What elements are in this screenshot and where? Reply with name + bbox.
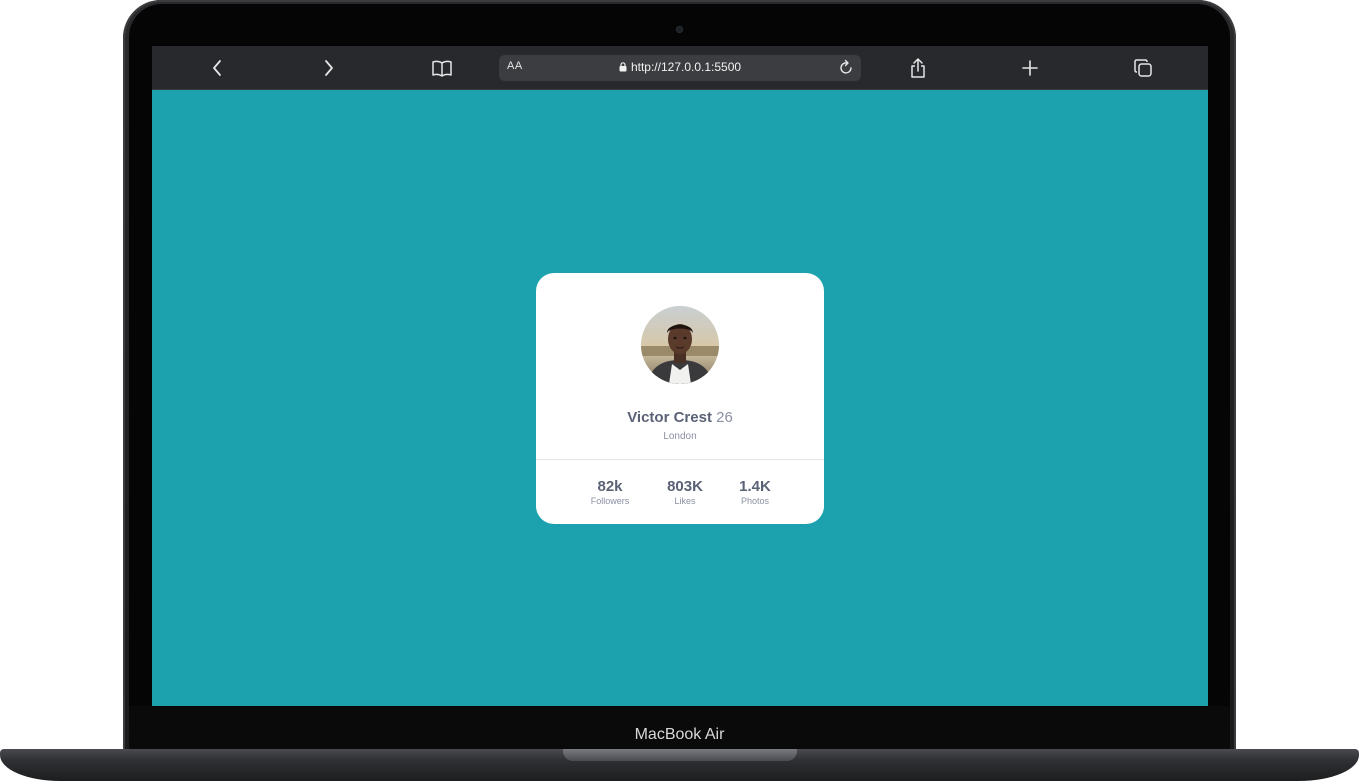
avatar xyxy=(641,306,719,384)
tabs-icon[interactable] xyxy=(1131,56,1155,80)
browser-toolbar: AA http://127.0.0.1:5500 xyxy=(152,46,1208,90)
reload-icon[interactable] xyxy=(839,59,855,82)
stat-followers: 82k Followers xyxy=(575,478,645,506)
profile-name: Victor Crest 26 xyxy=(536,409,824,426)
stat-label: Likes xyxy=(674,496,696,506)
share-icon[interactable] xyxy=(906,56,930,80)
stat-value: 803K xyxy=(667,478,703,495)
back-icon[interactable] xyxy=(205,56,229,80)
url-text[interactable]: http://127.0.0.1:5500 xyxy=(631,60,741,74)
name-text: Victor Crest xyxy=(627,409,712,426)
forward-icon[interactable] xyxy=(317,56,341,80)
stat-photos: 1.4K Photos xyxy=(720,478,790,506)
stat-label: Photos xyxy=(740,496,770,506)
lock-icon xyxy=(619,61,627,75)
laptop-notch xyxy=(563,749,797,761)
stat-value: 82k xyxy=(597,478,623,495)
browser-window: AA http://127.0.0.1:5500 Victor Crest 26… xyxy=(152,46,1208,706)
divider xyxy=(536,459,824,460)
city-text: London xyxy=(663,431,697,442)
address-bar[interactable]: AA http://127.0.0.1:5500 xyxy=(499,55,861,81)
stat-label: Followers xyxy=(590,496,630,506)
age-text: 26 xyxy=(716,409,733,426)
profile-card: Victor Crest 26 London 82k Followers 803… xyxy=(536,273,824,524)
stat-likes: 803K Likes xyxy=(650,478,720,506)
camera-icon xyxy=(676,26,683,33)
bookmarks-icon[interactable] xyxy=(430,56,454,80)
new-tab-icon[interactable] xyxy=(1018,56,1042,80)
stat-value: 1.4K xyxy=(739,478,771,495)
device-label: MacBook Air xyxy=(634,726,725,743)
